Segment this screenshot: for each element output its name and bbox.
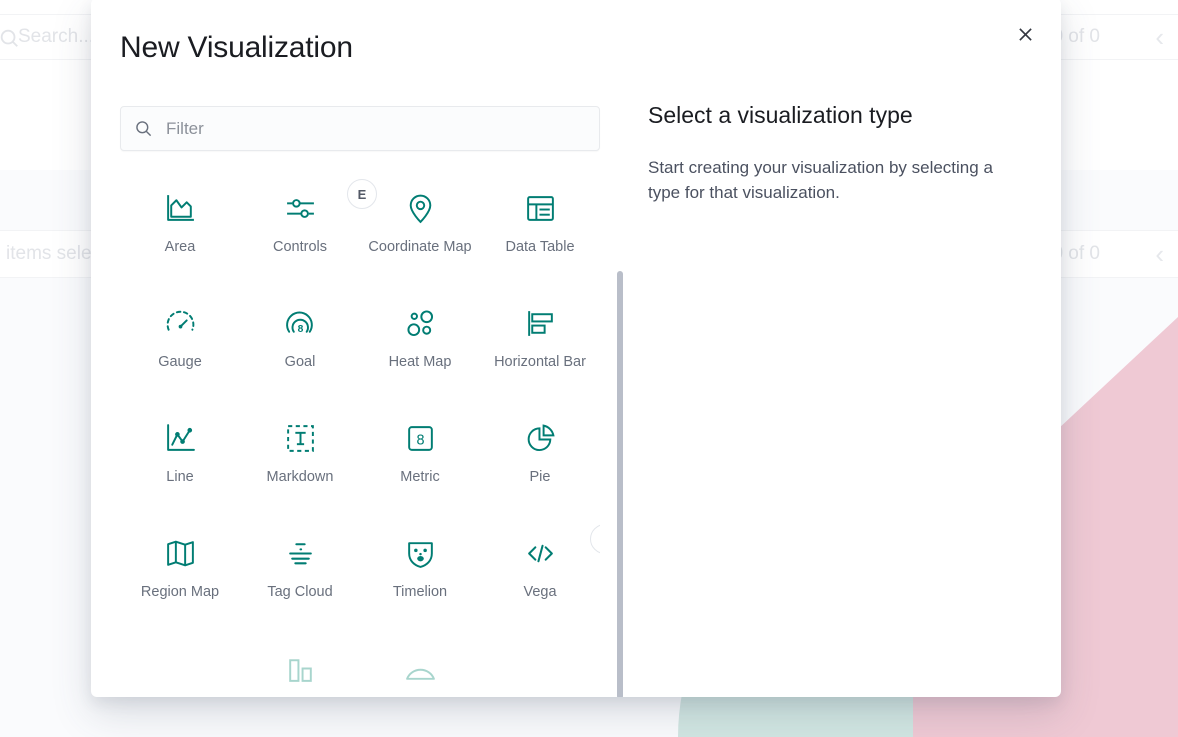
vis-type-label: Tag Cloud	[267, 584, 333, 600]
vis-type-label: Goal	[284, 354, 316, 370]
right-info-panel: Select a visualization type Start creati…	[648, 102, 998, 205]
search-icon	[0, 27, 20, 54]
timelion-bear-icon	[404, 530, 437, 576]
vis-type-label: Region Map	[140, 584, 220, 600]
vis-type-data-table[interactable]: Data Table	[480, 171, 600, 286]
vis-type-label: Area	[164, 239, 196, 255]
vis-type-label: Timelion	[392, 584, 448, 600]
vis-type-vega[interactable]: E Vega	[480, 516, 600, 631]
area-chart-icon	[164, 185, 197, 231]
vis-type-gauge[interactable]: Gauge	[120, 286, 240, 401]
vis-type-region-map[interactable]: Region Map	[120, 516, 240, 631]
page-title: New Visualization	[120, 31, 353, 64]
scrollbar-thumb[interactable]	[617, 271, 623, 697]
tag-cloud-icon	[284, 530, 317, 576]
data-table-icon	[524, 185, 557, 231]
goal-icon: 8	[284, 300, 317, 346]
region-map-icon	[164, 530, 197, 576]
close-button[interactable]	[1011, 20, 1039, 48]
vis-type-label: Vega	[523, 584, 557, 600]
map-pin-icon	[404, 185, 437, 231]
search-icon	[134, 119, 153, 138]
vis-type-picker: Area E Controls	[120, 106, 623, 697]
vis-list-scrollbar[interactable]	[617, 269, 623, 697]
markdown-icon	[284, 415, 317, 461]
right-panel-title: Select a visualization type	[648, 102, 913, 128]
vis-type-label: Controls	[273, 239, 327, 255]
vis-type-metric[interactable]: 8 Metric	[360, 401, 480, 516]
new-visualization-modal: New Visualization Filter Area E Controls…	[91, 0, 1061, 697]
experimental-badge: E	[590, 524, 600, 554]
chevron-left-icon: ‹	[1155, 22, 1164, 52]
horizontal-bar-icon	[524, 300, 557, 346]
vis-type-label: Data Table	[505, 239, 575, 255]
filter-input[interactable]	[166, 118, 599, 139]
vis-type-area[interactable]: Area	[120, 171, 240, 286]
vis-type-pie[interactable]: Pie	[480, 401, 600, 516]
vis-type-heat-map[interactable]: Heat Map	[360, 286, 480, 401]
vis-type-timelion[interactable]: Timelion	[360, 516, 480, 631]
vis-type-scroll-area: Area E Controls Coordinate Map Data Tabl…	[120, 161, 600, 695]
vega-code-icon	[524, 530, 557, 576]
vertical-bar-icon	[284, 645, 317, 691]
vis-type-horizontal-bar[interactable]: Horizontal Bar	[480, 286, 600, 401]
svg-text:8: 8	[416, 432, 424, 448]
vis-type-label: Line	[166, 469, 194, 485]
controls-sliders-icon	[284, 185, 317, 231]
vis-type-markdown[interactable]: Markdown	[240, 401, 360, 516]
vis-type-controls[interactable]: E Controls	[240, 171, 377, 286]
vis-type-timeseries[interactable]: Timeseries	[120, 631, 240, 695]
vis-type-gauge-alt[interactable]	[360, 631, 480, 695]
filter-field[interactable]	[120, 106, 600, 151]
vis-type-vertical-bar[interactable]: Vertical Bar	[240, 631, 360, 695]
gauge-icon	[164, 300, 197, 346]
chevron-left-icon: ‹	[1155, 239, 1164, 269]
vis-type-label: Heat Map	[388, 354, 452, 370]
metric-icon: 8	[404, 415, 437, 461]
vis-type-label: Coordinate Map	[368, 239, 472, 255]
vis-type-goal[interactable]: 8 Goal	[240, 286, 360, 401]
gauge-arc-icon	[404, 645, 437, 691]
vis-type-tag-cloud[interactable]: Tag Cloud	[240, 516, 360, 631]
vis-type-label: Markdown	[266, 469, 334, 485]
pie-chart-icon	[524, 415, 557, 461]
background-search-placeholder: Search...	[18, 26, 95, 47]
line-chart-icon	[164, 415, 197, 461]
right-panel-description: Start creating your visualization by sel…	[648, 158, 993, 202]
vis-type-line[interactable]: Line	[120, 401, 240, 516]
vis-type-coordinate-map[interactable]: Coordinate Map	[360, 171, 480, 286]
heat-map-icon	[404, 300, 437, 346]
close-icon	[1018, 27, 1032, 41]
vis-type-label: Horizontal Bar	[494, 354, 586, 370]
svg-text:8: 8	[297, 323, 303, 334]
vis-type-label: Gauge	[158, 354, 202, 370]
vis-type-grid: Area E Controls Coordinate Map Data Tabl…	[120, 161, 600, 695]
screen: Search... items sele 0–0 of 0 0–0 of 0 ‹…	[0, 0, 1178, 737]
vis-type-label: Metric	[400, 469, 440, 485]
background-items-selected-label: items sele	[6, 243, 92, 264]
vis-type-label: Pie	[529, 469, 551, 485]
